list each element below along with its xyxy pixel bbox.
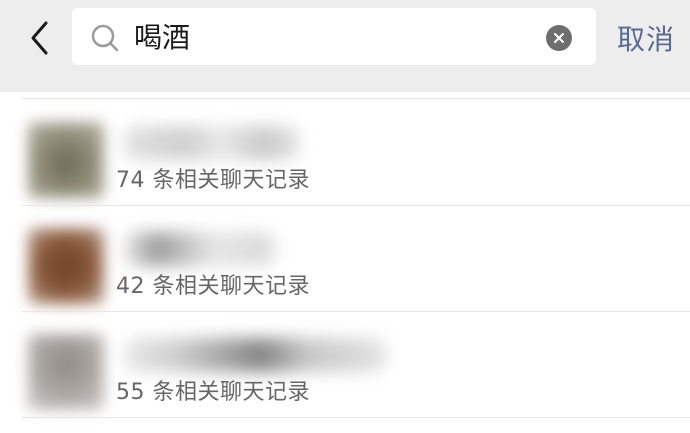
search-icon [91, 24, 119, 52]
contact-name-redacted [124, 232, 274, 266]
back-button[interactable] [18, 16, 62, 60]
contact-name-redacted [124, 126, 300, 160]
divider [22, 417, 690, 418]
chevron-left-icon [31, 21, 48, 55]
search-header: 取消 [0, 0, 690, 92]
chat-result-item[interactable]: 55 条相关聊天记录 [0, 312, 690, 418]
divider [22, 98, 690, 99]
avatar [28, 334, 104, 410]
chat-result-item[interactable]: 42 条相关聊天记录 [0, 206, 690, 312]
related-chat-count: 42 条相关聊天记录 [116, 274, 310, 299]
contact-name-redacted [124, 338, 386, 372]
related-chat-count: 74 条相关聊天记录 [116, 168, 310, 193]
related-chat-count: 55 条相关聊天记录 [116, 380, 310, 405]
close-icon [554, 33, 564, 43]
chat-result-item[interactable]: 74 条相关聊天记录 [0, 100, 690, 206]
search-box[interactable] [72, 8, 596, 65]
cancel-button[interactable]: 取消 [617, 18, 675, 58]
avatar [28, 228, 104, 304]
search-input[interactable] [134, 16, 534, 56]
clear-button[interactable] [546, 25, 572, 51]
avatar [28, 122, 104, 198]
